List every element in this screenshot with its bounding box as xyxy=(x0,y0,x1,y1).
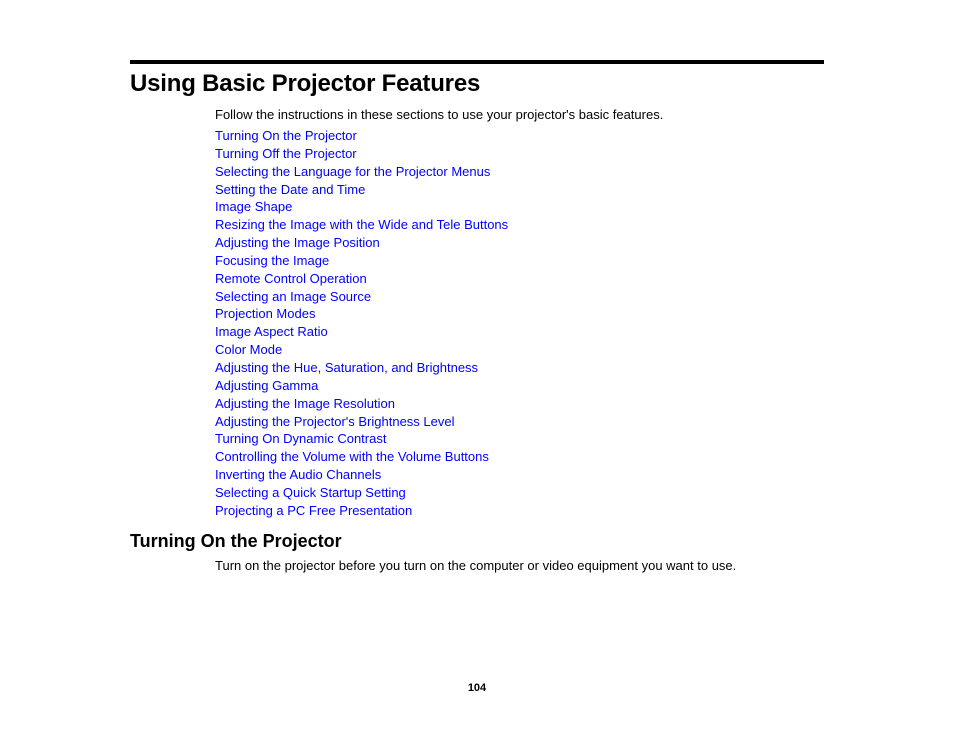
page-number: 104 xyxy=(467,682,487,694)
link-dynamic-contrast[interactable]: Turning On Dynamic Contrast xyxy=(215,431,386,446)
link-image-aspect-ratio[interactable]: Image Aspect Ratio xyxy=(215,324,328,339)
link-adjusting-brightness-level[interactable]: Adjusting the Projector's Brightness Lev… xyxy=(215,414,455,429)
list-item: Adjusting the Projector's Brightness Lev… xyxy=(215,413,508,431)
link-adjusting-image-resolution[interactable]: Adjusting the Image Resolution xyxy=(215,396,395,411)
list-item: Selecting the Language for the Projector… xyxy=(215,163,508,181)
section-heading: Turning On the Projector xyxy=(130,531,342,551)
link-remote-control-operation[interactable]: Remote Control Operation xyxy=(215,271,367,286)
page-title: Using Basic Projector Features xyxy=(130,70,481,97)
list-item: Adjusting the Image Resolution xyxy=(215,395,508,413)
list-item: Remote Control Operation xyxy=(215,270,508,288)
link-color-mode[interactable]: Color Mode xyxy=(215,342,282,357)
link-resizing-image[interactable]: Resizing the Image with the Wide and Tel… xyxy=(215,217,508,232)
list-item: Controlling the Volume with the Volume B… xyxy=(215,448,508,466)
link-adjusting-gamma[interactable]: Adjusting Gamma xyxy=(215,378,318,393)
list-item: Adjusting Gamma xyxy=(215,377,508,395)
list-item: Setting the Date and Time xyxy=(215,181,508,199)
list-item: Selecting a Quick Startup Setting xyxy=(215,484,508,502)
list-item: Turning On the Projector xyxy=(215,127,508,145)
list-item: Image Aspect Ratio xyxy=(215,323,508,341)
list-item: Image Shape xyxy=(215,198,508,216)
list-item: Selecting an Image Source xyxy=(215,288,508,306)
link-setting-date-time[interactable]: Setting the Date and Time xyxy=(215,182,365,197)
list-item: Projecting a PC Free Presentation xyxy=(215,502,508,520)
link-quick-startup-setting[interactable]: Selecting a Quick Startup Setting xyxy=(215,485,406,500)
intro-paragraph: Follow the instructions in these section… xyxy=(215,107,664,122)
list-item: Adjusting the Image Position xyxy=(215,234,508,252)
list-item: Focusing the Image xyxy=(215,252,508,270)
list-item: Projection Modes xyxy=(215,305,508,323)
topic-link-list: Turning On the Projector Turning Off the… xyxy=(215,127,508,520)
list-item: Turning Off the Projector xyxy=(215,145,508,163)
link-adjusting-hue-saturation-brightness[interactable]: Adjusting the Hue, Saturation, and Brigh… xyxy=(215,360,478,375)
link-focusing-image[interactable]: Focusing the Image xyxy=(215,253,329,268)
link-image-shape[interactable]: Image Shape xyxy=(215,199,292,214)
link-inverting-audio-channels[interactable]: Inverting the Audio Channels xyxy=(215,467,381,482)
link-pc-free-presentation[interactable]: Projecting a PC Free Presentation xyxy=(215,503,412,518)
link-turning-off-the-projector[interactable]: Turning Off the Projector xyxy=(215,146,357,161)
list-item: Turning On Dynamic Contrast xyxy=(215,430,508,448)
list-item: Adjusting the Hue, Saturation, and Brigh… xyxy=(215,359,508,377)
section-body-text: Turn on the projector before you turn on… xyxy=(215,558,737,573)
link-selecting-image-source[interactable]: Selecting an Image Source xyxy=(215,289,371,304)
link-selecting-language[interactable]: Selecting the Language for the Projector… xyxy=(215,164,490,179)
list-item: Resizing the Image with the Wide and Tel… xyxy=(215,216,508,234)
link-controlling-volume[interactable]: Controlling the Volume with the Volume B… xyxy=(215,449,489,464)
list-item: Inverting the Audio Channels xyxy=(215,466,508,484)
top-rule-divider xyxy=(130,60,824,64)
link-projection-modes[interactable]: Projection Modes xyxy=(215,306,315,321)
link-adjusting-image-position[interactable]: Adjusting the Image Position xyxy=(215,235,380,250)
link-turning-on-the-projector[interactable]: Turning On the Projector xyxy=(215,128,357,143)
list-item: Color Mode xyxy=(215,341,508,359)
